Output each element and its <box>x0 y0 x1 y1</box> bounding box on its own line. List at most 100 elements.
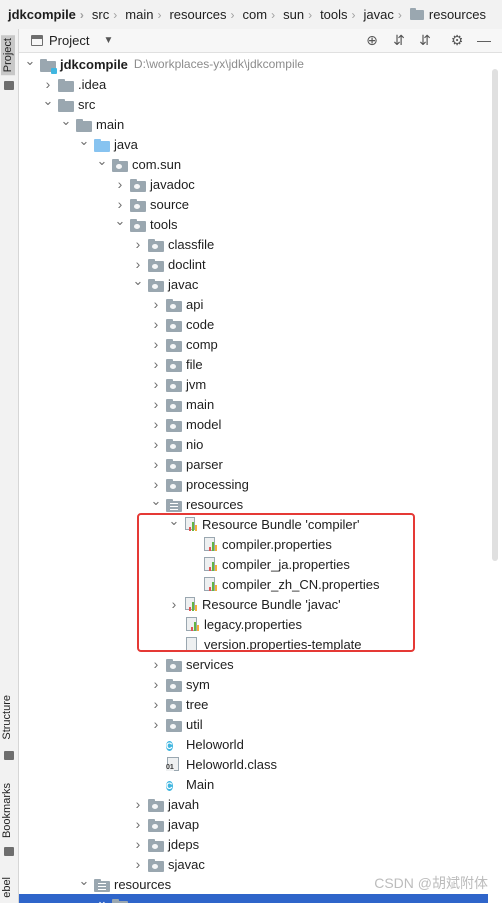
breadcrumb-item[interactable]: resources <box>404 7 488 22</box>
tree-node[interactable]: ⌄ <box>19 893 488 903</box>
tree-node[interactable]: ⌄ java <box>19 133 488 154</box>
tree-node[interactable]: › jvm <box>19 374 488 394</box>
collapse-arrow-icon[interactable]: ⌄ <box>42 93 54 109</box>
tree-node[interactable]: › main <box>19 394 488 414</box>
expand-arrow-icon[interactable]: › <box>132 796 144 812</box>
expand-arrow-icon[interactable]: › <box>150 376 162 392</box>
tree-node[interactable]: › javadoc <box>19 174 488 194</box>
project-panel-title[interactable]: Project <box>49 33 89 48</box>
package-icon <box>166 378 182 392</box>
collapse-arrow-icon[interactable]: ⌄ <box>24 53 36 69</box>
settings-gear-icon[interactable]: ⚙ <box>448 31 466 49</box>
collapse-arrow-icon[interactable]: ⌄ <box>96 893 108 903</box>
tree-node[interactable]: › javap <box>19 814 488 834</box>
tree-node[interactable]: › processing <box>19 474 488 494</box>
tree-node[interactable]: › model <box>19 414 488 434</box>
expand-arrow-icon[interactable]: › <box>114 176 126 192</box>
vertical-scrollbar[interactable] <box>488 53 502 903</box>
breadcrumb-item[interactable]: javac › <box>358 7 404 22</box>
third-tool-tab[interactable]: ebel <box>1 877 13 898</box>
structure-tool-tab[interactable]: Structure <box>1 695 13 740</box>
tree-node[interactable]: › parser <box>19 454 488 474</box>
expand-arrow-icon[interactable]: › <box>150 456 162 472</box>
tree-node[interactable]: › .idea <box>19 74 488 94</box>
tree-node[interactable]: ⌄ javac <box>19 273 488 294</box>
expand-arrow-icon[interactable]: › <box>150 676 162 692</box>
tree-node[interactable]: › source <box>19 194 488 214</box>
expand-arrow-icon[interactable]: › <box>150 416 162 432</box>
expand-arrow-icon[interactable]: › <box>132 256 144 272</box>
tree-node[interactable]: C Main <box>19 774 488 794</box>
tree-node[interactable]: › code <box>19 314 488 334</box>
breadcrumb-item[interactable]: com › <box>237 7 278 22</box>
view-dropdown-icon[interactable]: ▼ <box>103 35 113 46</box>
collapse-arrow-icon[interactable]: ⌄ <box>60 113 72 129</box>
tree-node[interactable]: › api <box>19 294 488 314</box>
project-tool-tab[interactable]: Project <box>1 35 15 76</box>
tree-node[interactable]: › services <box>19 654 488 674</box>
tree-node[interactable]: › sym <box>19 674 488 694</box>
breadcrumb-item[interactable]: resources › <box>163 7 236 22</box>
expand-arrow-icon[interactable]: › <box>132 836 144 852</box>
tree-node[interactable]: ⌄ src <box>19 93 488 114</box>
expand-arrow-icon[interactable]: › <box>150 316 162 332</box>
expand-arrow-icon[interactable]: › <box>132 816 144 832</box>
expand-all-icon[interactable]: ⇵ <box>390 31 408 49</box>
breadcrumb-item[interactable]: main › <box>119 7 163 22</box>
expand-arrow-icon[interactable]: › <box>150 656 162 672</box>
expand-arrow-icon[interactable]: › <box>150 296 162 312</box>
breadcrumb-item[interactable]: jdkcompile › <box>0 7 86 22</box>
expand-arrow-icon[interactable]: › <box>150 396 162 412</box>
collapse-arrow-icon[interactable]: ⌄ <box>150 493 162 509</box>
expand-arrow-icon[interactable]: › <box>150 436 162 452</box>
tree-node[interactable]: › nio <box>19 434 488 454</box>
tree-node[interactable]: › file <box>19 354 488 374</box>
project-tool-icon[interactable] <box>4 81 14 90</box>
breadcrumb-item[interactable]: tools › <box>314 7 357 22</box>
collapse-arrow-icon[interactable]: ⌄ <box>78 133 90 149</box>
project-tree[interactable]: ⌄ jdkcompile D:\workplaces-yx\jdk\jdkcompi… <box>19 53 488 903</box>
collapse-arrow-icon[interactable]: ⌄ <box>114 213 126 229</box>
tree-node[interactable]: › sjavac <box>19 854 488 874</box>
bookmarks-tool-tab[interactable]: Bookmarks <box>1 783 13 838</box>
bookmarks-tool-icon[interactable] <box>4 847 14 856</box>
expand-arrow-icon[interactable]: › <box>150 336 162 352</box>
hide-panel-icon[interactable]: — <box>475 31 493 49</box>
tree-node[interactable]: › classfile <box>19 234 488 254</box>
tree-node[interactable]: › comp <box>19 334 488 354</box>
tree-node-label: source <box>150 196 190 212</box>
tree-node[interactable]: ⌄ jdkcompile D:\workplaces-yx\jdk\jdkcompi… <box>19 53 488 74</box>
structure-tool-icon[interactable] <box>4 751 14 760</box>
tree-node[interactable]: › tree <box>19 694 488 714</box>
locate-file-icon[interactable]: ⊕ <box>363 31 381 49</box>
expand-arrow-icon[interactable]: › <box>150 716 162 732</box>
tree-node[interactable]: › jdeps <box>19 834 488 854</box>
expand-arrow-icon[interactable]: › <box>42 76 54 92</box>
scrollbar-thumb[interactable] <box>492 69 498 561</box>
source-folder-icon <box>94 138 110 152</box>
collapse-arrow-icon[interactable]: ⌄ <box>96 153 108 169</box>
collapse-arrow-icon[interactable]: ⌄ <box>132 273 144 289</box>
tree-node[interactable]: › util <box>19 714 488 734</box>
tree-node[interactable]: C Heloworld <box>19 734 488 754</box>
expand-arrow-icon[interactable]: › <box>132 856 144 872</box>
expand-arrow-icon[interactable]: › <box>150 476 162 492</box>
expand-arrow-icon[interactable]: › <box>150 696 162 712</box>
collapse-arrow-icon[interactable]: ⌄ <box>78 873 90 889</box>
tree-node[interactable]: › javah <box>19 794 488 814</box>
tree-node[interactable]: › doclint <box>19 254 488 274</box>
package-icon <box>166 398 182 412</box>
tree-node[interactable]: 01 Heloworld.class <box>19 754 488 774</box>
tree-node[interactable]: ⌄ main <box>19 113 488 134</box>
tree-node[interactable]: ⌄ com.sun <box>19 153 488 174</box>
expand-arrow-icon[interactable]: › <box>114 196 126 212</box>
tree-node[interactable]: ⌄ tools <box>19 213 488 234</box>
breadcrumb-separator: › <box>230 7 235 22</box>
package-icon <box>166 658 182 672</box>
tree-node[interactable]: ⌄ resources <box>19 493 488 514</box>
breadcrumb-item[interactable]: src › <box>86 7 119 22</box>
expand-arrow-icon[interactable]: › <box>150 356 162 372</box>
breadcrumb-item[interactable]: sun › <box>277 7 314 22</box>
expand-arrow-icon[interactable]: › <box>132 236 144 252</box>
collapse-all-icon[interactable]: ⇵ <box>416 31 434 49</box>
